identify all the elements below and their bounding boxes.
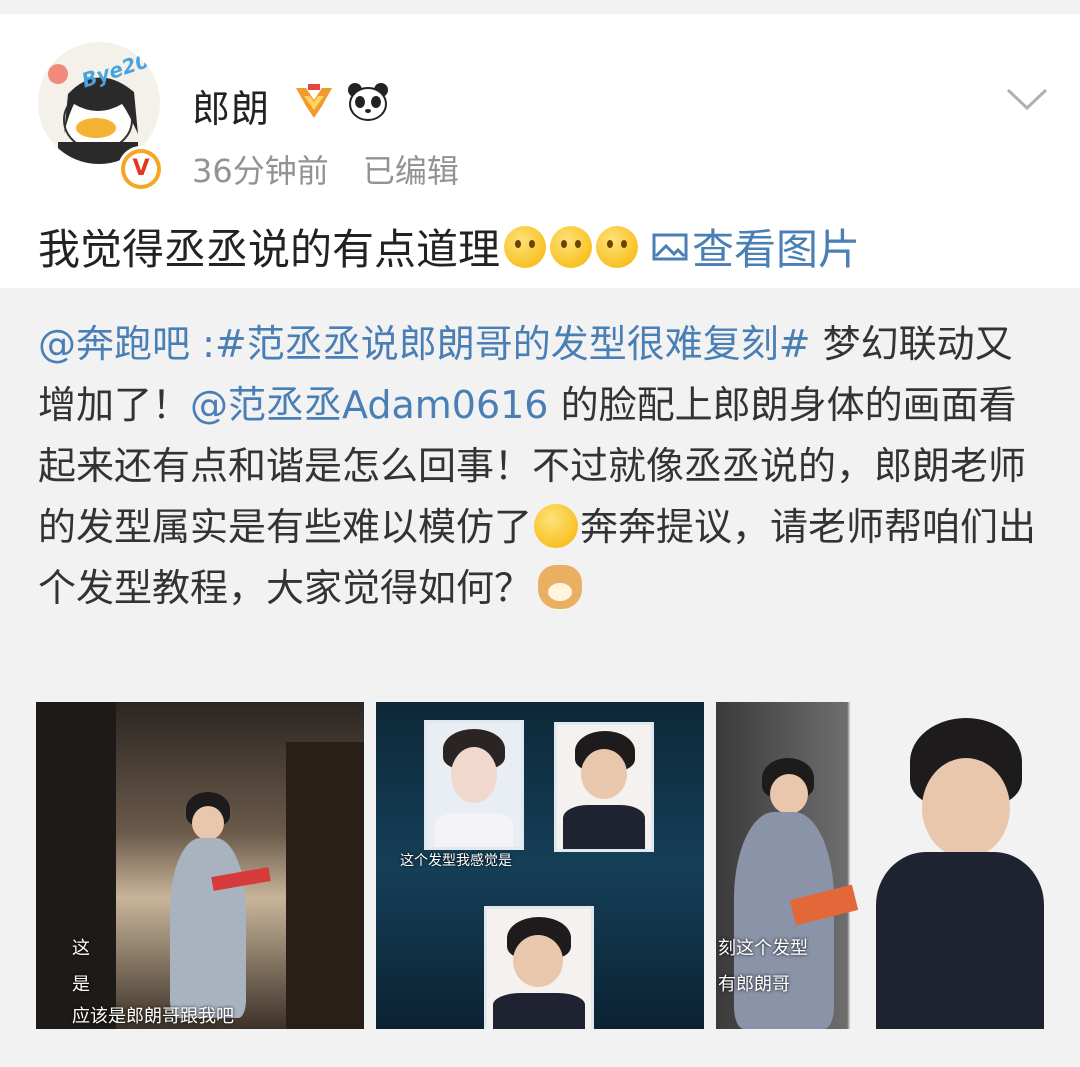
- username[interactable]: 郎朗: [192, 78, 270, 133]
- portrait-face: [922, 758, 1010, 858]
- panda-icon[interactable]: [346, 80, 390, 124]
- view-image-link[interactable]: 查看图片: [652, 216, 860, 277]
- thumbnail-3-caption-a: 刻这个发型: [718, 938, 808, 959]
- picture-icon: [652, 233, 688, 260]
- laugh-cry-emoji-icon: [534, 504, 579, 548]
- thumbnail-1-caption-b: 是: [72, 974, 90, 995]
- mention-colon: :: [190, 322, 215, 366]
- image-thumbnail-2[interactable]: 这个发型我感觉是: [376, 702, 704, 1029]
- portrait-frame-3: [484, 906, 594, 1029]
- mention-link[interactable]: @奔跑吧: [38, 322, 190, 366]
- post-text-content: 我觉得丞丞说的有点道理: [38, 225, 501, 274]
- repost-text: @奔跑吧 :#范丞丞说郎朗哥的发型很难复刻# 梦幻联动又增加了！@范丞丞Adam…: [38, 314, 1048, 619]
- top-strip: [0, 0, 1080, 14]
- thumbnail-2-caption: 这个发型我感觉是: [400, 853, 512, 869]
- verified-badge-icon: V: [118, 146, 164, 192]
- hashtag-link[interactable]: #范丞丞说郎朗哥的发型很难复刻#: [215, 322, 811, 366]
- thinking-emoji-icon: [504, 225, 547, 268]
- thumbnail-1-caption-c: 应该是郎朗哥跟我吧: [72, 1006, 234, 1027]
- thinking-emoji-icon: [550, 225, 593, 268]
- person-body: [170, 838, 246, 1018]
- repost-card[interactable]: @奔跑吧 :#范丞丞说郎朗哥的发型很难复刻# 梦幻联动又增加了！@范丞丞Adam…: [0, 288, 1080, 1067]
- medal-icon[interactable]: [292, 82, 336, 122]
- portrait-suit: [876, 852, 1044, 1029]
- hallway-door: [286, 742, 364, 1029]
- post-text: 我觉得丞丞说的有点道理 查看图片: [38, 216, 860, 277]
- weibo-post: Bye2020 V 郎朗 36分钟前 已编辑 我觉得丞丞说的有点道理 查看图片: [0, 14, 1080, 288]
- view-image-label: 查看图片: [692, 225, 861, 274]
- person-body: [734, 812, 834, 1029]
- thinking-emoji-icon: [596, 225, 639, 268]
- image-thumbnail-3[interactable]: 刻这个发型 有郎朗哥: [716, 702, 1044, 1029]
- portrait-frame-1: [424, 720, 524, 850]
- person-face: [192, 806, 224, 840]
- thumbnail-1-caption-a: 这: [72, 938, 90, 959]
- mention2-link[interactable]: @范丞丞Adam0616: [190, 383, 548, 427]
- image-thumbnail-1[interactable]: 这 是 应该是郎朗哥跟我吧: [36, 702, 364, 1029]
- thumbnail-3-caption-b: 有郎朗哥: [718, 974, 790, 995]
- post-meta: 36分钟前 已编辑: [192, 146, 483, 192]
- post-time: 36分钟前: [192, 152, 329, 190]
- edited-label: 已编辑: [362, 152, 459, 190]
- person-face: [770, 774, 808, 814]
- portrait-frame-2: [554, 722, 654, 852]
- doge-emoji-icon: [538, 565, 583, 609]
- chevron-down-icon[interactable]: [1004, 84, 1050, 114]
